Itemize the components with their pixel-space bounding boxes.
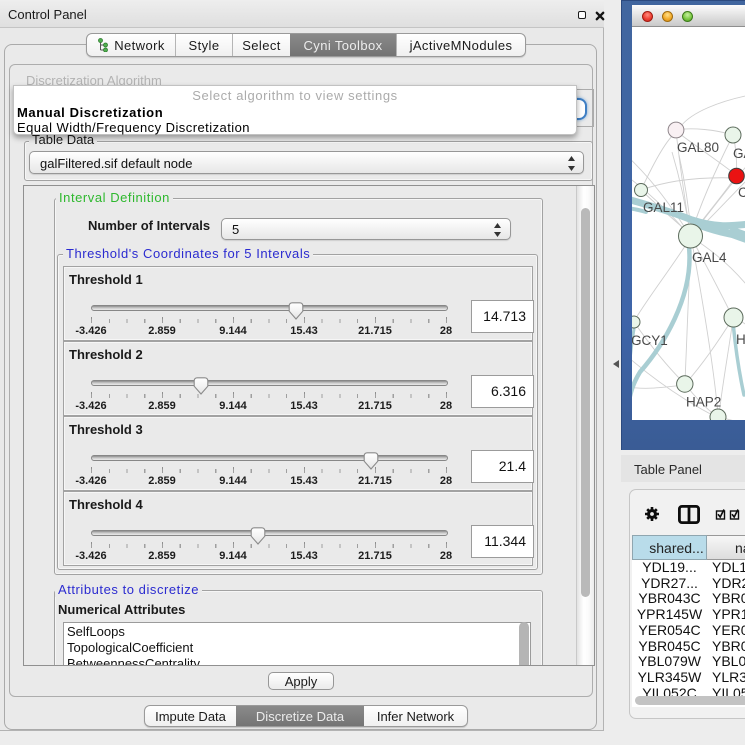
svg-text:GAL4: GAL4	[692, 250, 727, 265]
svg-text:GAL80: GAL80	[677, 140, 719, 155]
svg-text:GA: GA	[733, 146, 745, 161]
svg-text:H: H	[736, 332, 745, 347]
svg-text:GCY1: GCY1	[632, 333, 668, 348]
svg-text:GAL11: GAL11	[643, 200, 684, 215]
svg-text:C: C	[738, 185, 745, 200]
svg-text:HAP2: HAP2	[686, 395, 721, 410]
